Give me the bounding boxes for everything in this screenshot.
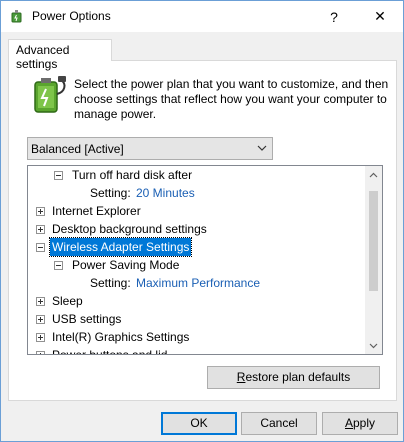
expand-icon[interactable] (36, 297, 45, 306)
tree-item-label: Power Saving Mode (72, 258, 180, 272)
tree-item-label: Intel(R) Graphics Settings (52, 330, 190, 344)
chevron-down-icon (256, 142, 268, 154)
cancel-button[interactable]: Cancel (241, 412, 317, 435)
tree-item-intel-graphics[interactable]: Intel(R) Graphics Settings (28, 328, 366, 346)
button-label-post: estore plan defaults (245, 370, 351, 384)
tree-setting-row[interactable]: Setting: 20 Minutes (28, 184, 366, 202)
scroll-up-arrow-icon[interactable] (365, 166, 382, 183)
tree-item-usb-settings[interactable]: USB settings (28, 310, 366, 328)
tree-item-desktop-background[interactable]: Desktop background settings (28, 220, 366, 238)
setting-value[interactable]: Maximum Performance (136, 274, 260, 292)
tree-item-wireless-adapter[interactable]: Wireless Adapter Settings (28, 237, 366, 257)
power-options-window: Power Options ? ✕ Advanced settings Sele… (0, 0, 404, 442)
button-label-post: pply (353, 416, 376, 430)
scrollbar-thumb[interactable] (369, 191, 378, 291)
tree-item-power-saving-mode[interactable]: Power Saving Mode (28, 256, 366, 274)
tree-item-label: Turn off hard disk after (72, 168, 193, 182)
tree-item-sleep[interactable]: Sleep (28, 292, 366, 310)
battery-plug-icon (27, 74, 69, 116)
tree-item-turn-off-hard-disk[interactable]: Turn off hard disk after (28, 166, 366, 184)
ok-button[interactable]: OK (161, 412, 237, 435)
tree-item-label: Sleep (52, 294, 83, 308)
title-bar[interactable]: Power Options ? ✕ (1, 1, 403, 32)
help-button[interactable]: ? (311, 1, 357, 32)
close-button[interactable]: ✕ (357, 1, 403, 32)
settings-panel: Select the power plan that you want to c… (8, 60, 397, 401)
button-accelerator: A (344, 416, 353, 430)
tree-setting-row[interactable]: Setting: Maximum Performance (28, 274, 366, 292)
tab-advanced-settings[interactable]: Advanced settings (8, 39, 112, 71)
tree-item-label: Desktop background settings (52, 222, 207, 236)
collapse-icon[interactable] (54, 261, 63, 270)
expand-icon[interactable] (36, 225, 45, 234)
collapse-icon[interactable] (36, 243, 45, 252)
setting-value[interactable]: 20 Minutes (136, 184, 195, 202)
expand-icon[interactable] (36, 207, 45, 216)
expand-icon[interactable] (36, 333, 45, 342)
collapse-icon[interactable] (54, 171, 63, 180)
tree-item-label: Internet Explorer (52, 204, 141, 218)
vertical-scrollbar[interactable] (365, 166, 382, 354)
expand-icon[interactable] (36, 351, 45, 354)
settings-tree[interactable]: Turn off hard disk after Setting: 20 Min… (27, 165, 383, 355)
scroll-down-arrow-icon[interactable] (365, 337, 382, 354)
setting-label: Setting: (90, 276, 131, 290)
restore-plan-defaults-button[interactable]: Restore plan defaults (207, 366, 380, 389)
window-title: Power Options (32, 9, 111, 23)
setting-label: Setting: (90, 186, 131, 200)
tree-item-label-selected: Wireless Adapter Settings (48, 237, 193, 257)
power-options-icon (9, 8, 25, 24)
tree-item-internet-explorer[interactable]: Internet Explorer (28, 202, 366, 220)
plan-select-value: Balanced [Active] (31, 142, 124, 156)
description-text: Select the power plan that you want to c… (74, 77, 389, 121)
apply-button[interactable]: Apply (322, 412, 398, 435)
plan-select[interactable]: Balanced [Active] (27, 137, 273, 160)
tree-item-power-buttons[interactable]: Power buttons and lid (28, 346, 366, 355)
tree-item-label: Power buttons and lid (52, 348, 168, 355)
tree-item-label: USB settings (52, 312, 122, 326)
expand-icon[interactable] (36, 315, 45, 324)
